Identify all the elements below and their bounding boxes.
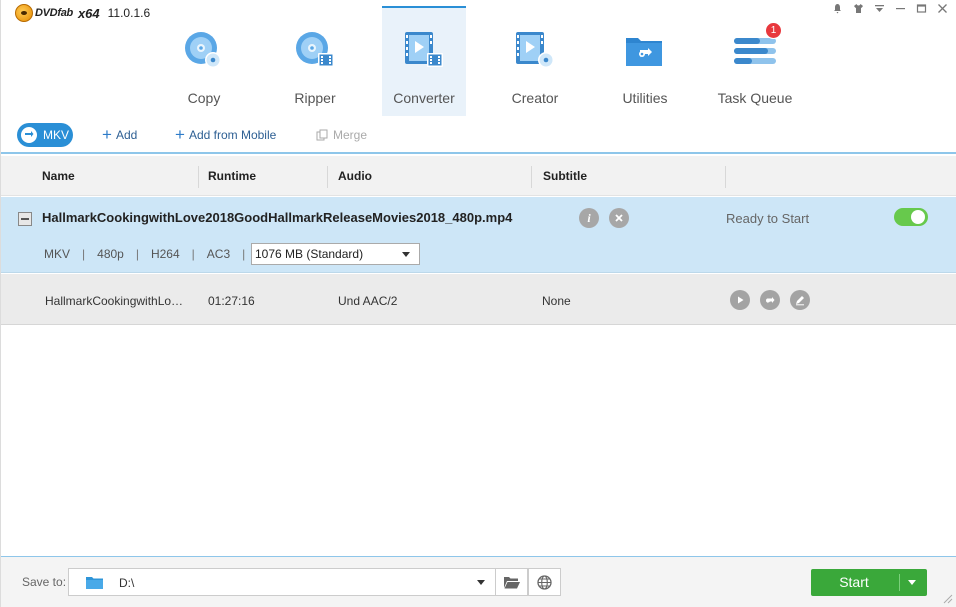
column-name[interactable]: Name [42,156,75,196]
resize-grip-icon[interactable] [943,594,953,604]
plus-icon: + [102,125,112,144]
column-runtime[interactable]: Runtime [208,156,256,196]
info-icon[interactable]: i [579,208,599,228]
output-summary: MKV | 480p | H264 | AC3 | [44,247,257,261]
chevron-down-icon [477,580,485,585]
ripper-disc-icon [292,30,338,72]
profile-switch-icon [21,127,37,143]
dvdfab-window: DVDfab x64 11.0.1.6 Copy Ripper Converte… [0,0,956,607]
chevron-down-icon [402,252,410,257]
separator: | [191,247,195,261]
tab-ripper[interactable]: Ripper [273,6,357,116]
output-bar: Save to: D:\ Start [1,556,956,607]
tab-creator-label: Creator [511,90,559,106]
merge-icon [316,129,328,141]
remove-icon[interactable] [609,208,629,228]
column-divider [327,166,328,188]
tab-utilities-label: Utilities [622,90,668,106]
merge-button[interactable]: Merge [316,128,367,142]
collapse-toggle[interactable] [18,212,32,226]
merge-label: Merge [333,128,368,142]
output-profile-label: MKV [43,128,70,142]
save-to-label: Save to: [22,575,67,589]
output-size-select[interactable]: 1076 MB (Standard) [251,243,420,265]
open-folder-icon [503,576,520,588]
task-count-badge: 1 [765,22,782,39]
source-file-row[interactable]: HallmarkCookingwithLove2018GoodHallmarkR… [1,197,956,273]
tab-task-queue-label: Task Queue [717,90,793,106]
separator: | [82,247,86,261]
title-subtitle[interactable]: None [542,294,571,308]
title-row[interactable]: HallmarkCookingwithLo… 01:27:16 Und AAC/… [1,274,956,325]
tab-ripper-label: Ripper [294,90,336,106]
add-label: Add [115,128,138,142]
folder-icon [86,577,103,589]
converter-film-icon [401,30,447,72]
output-path-value: D:\ [119,576,135,590]
tab-converter-label: Converter [393,90,455,106]
source-file-name: HallmarkCookingwithLove2018GoodHallmarkR… [42,210,513,225]
utilities-folder-icon [622,30,668,72]
plus-icon: + [175,125,185,144]
advanced-settings-icon[interactable] [760,290,780,310]
title-runtime: 01:27:16 [208,294,255,308]
column-audio[interactable]: Audio [338,156,372,196]
module-tabs: Copy Ripper Converter Creator Utilities … [1,6,956,118]
browse-folder-button[interactable] [495,568,528,596]
column-subtitle[interactable]: Subtitle [543,156,587,196]
separator: | [135,247,139,261]
tab-creator[interactable]: Creator [493,6,577,116]
button-divider [899,574,900,591]
add-from-mobile-button[interactable]: + Add from Mobile [175,125,277,144]
add-from-mobile-label: Add from Mobile [188,128,277,142]
start-options-dropdown-icon[interactable] [908,580,916,585]
add-button[interactable]: + Add [102,125,138,144]
tab-utilities[interactable]: Utilities [603,6,687,116]
web-output-button[interactable] [528,568,561,596]
copy-disc-icon [181,30,227,72]
output-resolution: 480p [97,247,124,261]
column-divider [531,166,532,188]
output-audio-codec: AC3 [206,247,231,261]
tab-copy-label: Copy [187,90,221,106]
output-format: MKV [44,247,71,261]
column-divider [725,166,726,188]
action-toolbar: MKV + Add + Add from Mobile Merge [1,118,956,154]
output-path-select[interactable]: D:\ [68,568,496,596]
enable-toggle[interactable] [894,208,928,226]
tab-task-queue[interactable]: 1 Task Queue [713,6,797,116]
table-header: Name Runtime Audio Subtitle [1,156,956,196]
start-label: Start [839,574,869,590]
edit-video-icon[interactable] [790,290,810,310]
title-name: HallmarkCookingwithLo… [45,294,184,308]
task-queue-icon: 1 [732,22,782,72]
title-audio[interactable]: Und AAC/2 [338,294,397,308]
column-divider [198,166,199,188]
globe-icon [537,574,552,590]
output-video-codec: H264 [150,247,180,261]
tab-converter[interactable]: Converter [382,6,466,116]
tab-copy[interactable]: Copy [162,6,246,116]
output-profile-button[interactable]: MKV [17,123,73,147]
separator: | [242,247,246,261]
creator-film-icon [512,30,558,72]
play-preview-icon[interactable] [730,290,750,310]
start-button[interactable]: Start [811,569,927,596]
output-size-value: 1076 MB (Standard) [255,247,364,261]
task-status: Ready to Start [726,211,810,226]
